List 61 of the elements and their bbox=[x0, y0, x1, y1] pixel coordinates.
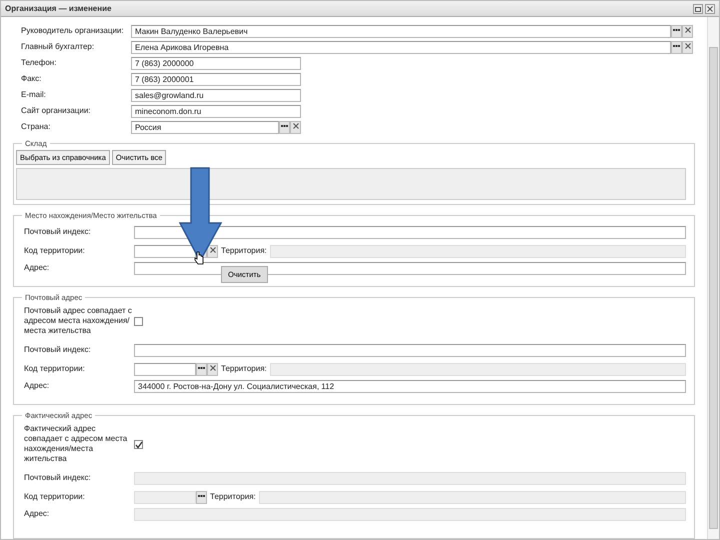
input-field[interactable]: Россия bbox=[131, 120, 279, 134]
field-label: Территория: bbox=[220, 363, 268, 376]
clear-button[interactable] bbox=[682, 40, 693, 54]
ellipsis-icon bbox=[281, 124, 288, 128]
input-field[interactable]: mineconom.don.ru bbox=[131, 104, 301, 118]
clear-button[interactable] bbox=[207, 244, 218, 258]
restore-button[interactable] bbox=[693, 4, 703, 14]
field-label: Сайт организации: bbox=[20, 105, 92, 117]
field-label: Почтовый индекс: bbox=[23, 345, 92, 356]
restore-icon bbox=[694, 4, 702, 12]
field-label: Адрес: bbox=[23, 381, 50, 392]
ellipsis-icon bbox=[198, 366, 205, 370]
checkbox-label: Фактический адрес совпадает с адресом места нахождения/места жительства bbox=[23, 424, 128, 464]
field-label: Адрес: bbox=[23, 509, 50, 520]
input-field[interactable]: 7 (863) 2000000 bbox=[131, 56, 301, 70]
input-field[interactable]: Макин Валуденко Валерьевич bbox=[131, 24, 671, 38]
field-label: Код территории: bbox=[23, 492, 86, 502]
ellipsis-button[interactable] bbox=[671, 40, 682, 54]
ellipsis-button[interactable] bbox=[279, 120, 290, 134]
ellipsis-icon bbox=[673, 44, 680, 48]
clear-button[interactable] bbox=[207, 362, 218, 376]
field-label: Главный бухгалтер: bbox=[20, 41, 96, 53]
checkbox[interactable] bbox=[134, 316, 143, 326]
ellipsis-icon bbox=[198, 494, 205, 498]
field-label: Почтовый индекс: bbox=[23, 227, 92, 238]
field-label: Код территории: bbox=[23, 364, 86, 374]
close-icon bbox=[210, 365, 216, 372]
input-field[interactable] bbox=[134, 362, 196, 376]
input-field[interactable] bbox=[134, 226, 686, 239]
close-icon bbox=[684, 27, 690, 34]
window-title: Организация — изменение bbox=[5, 2, 112, 14]
ellipsis-button[interactable] bbox=[196, 362, 207, 376]
field-label: Руководитель организации: bbox=[20, 25, 125, 37]
field-label: Территория: bbox=[209, 491, 257, 504]
field-label: Страна: bbox=[20, 121, 52, 133]
input-field[interactable]: sales@growland.ru bbox=[131, 88, 301, 102]
field-label: E-mail: bbox=[20, 89, 47, 101]
close-button[interactable] bbox=[705, 4, 715, 14]
input-field[interactable]: Елена Арикова Игоревна bbox=[131, 40, 671, 54]
hand-cursor-icon bbox=[194, 251, 204, 265]
close-icon bbox=[210, 247, 216, 254]
field-label: Факс: bbox=[20, 73, 42, 85]
checkbox-label: Почтовый адрес совпадает с адресом места нахождения/места жительства bbox=[23, 306, 133, 336]
field-label: Адрес: bbox=[23, 263, 50, 274]
field-label: Код территории: bbox=[23, 246, 86, 256]
close-icon bbox=[706, 4, 714, 12]
input-field[interactable] bbox=[134, 244, 196, 258]
ellipsis-button[interactable] bbox=[196, 490, 207, 504]
ellipsis-icon bbox=[673, 28, 680, 32]
input-field[interactable]: 344000 г. Ростов-на-Дону ул. Социалистическая, 112 bbox=[134, 380, 686, 393]
field-label: Телефон: bbox=[20, 57, 58, 69]
clear-button[interactable] bbox=[682, 24, 693, 38]
check-icon bbox=[135, 440, 143, 449]
close-icon bbox=[684, 43, 690, 50]
field-label: Территория: bbox=[220, 245, 268, 258]
ellipsis-button[interactable] bbox=[671, 24, 682, 38]
input-field[interactable]: 7 (863) 2000001 bbox=[131, 72, 301, 86]
clear-button[interactable] bbox=[290, 120, 301, 134]
input-field[interactable] bbox=[134, 344, 686, 357]
field-label: Почтовый индекс: bbox=[23, 473, 92, 484]
close-icon bbox=[292, 123, 298, 130]
